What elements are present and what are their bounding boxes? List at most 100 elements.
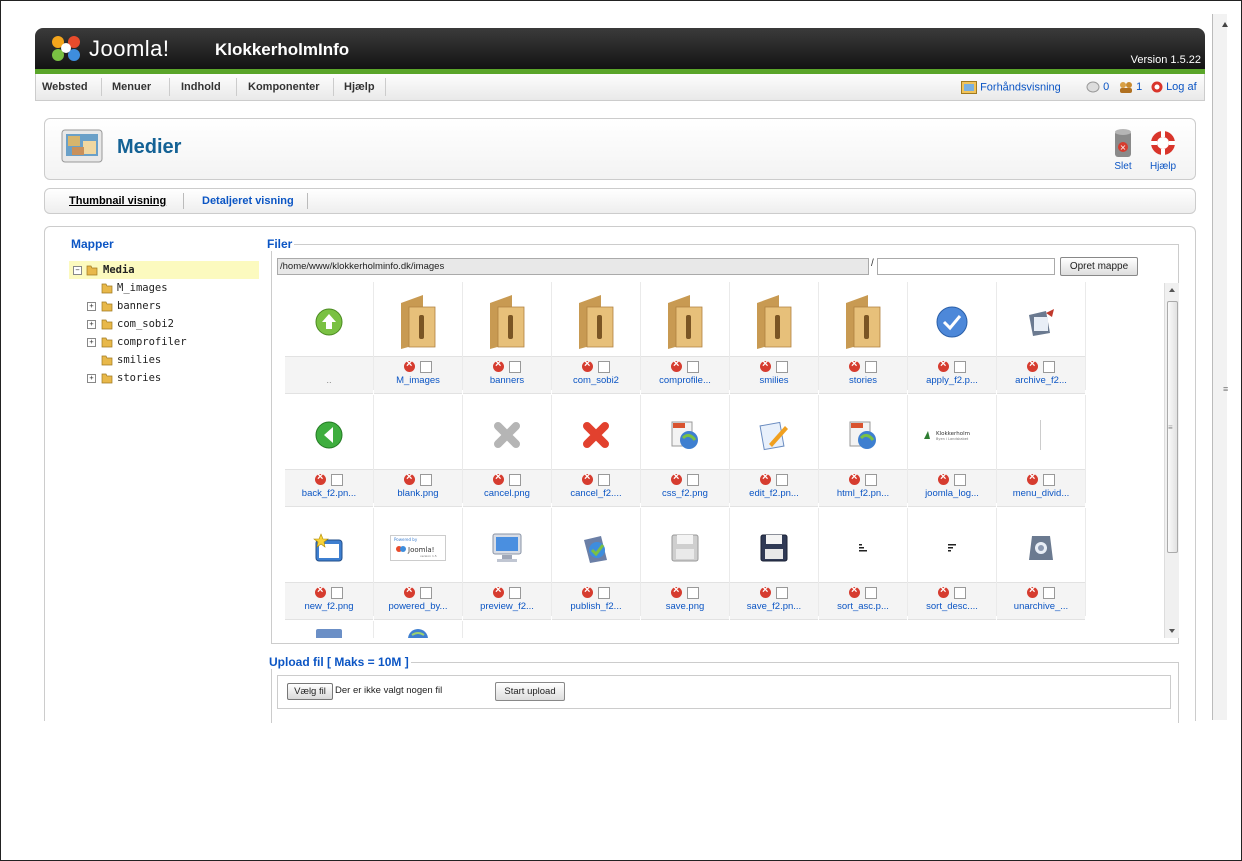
delete-file-icon[interactable] (1027, 584, 1038, 598)
menu-websted[interactable]: Websted (42, 81, 88, 93)
file-checkbox[interactable] (598, 587, 610, 599)
choose-file-button[interactable]: Vælg fil (287, 683, 333, 700)
path-field[interactable]: /home/www/klokkerholminfo.dk/images (277, 258, 869, 275)
file-checkbox[interactable] (420, 587, 432, 599)
file-thumbnail[interactable]: sort_asc.p... (819, 508, 908, 620)
file-name[interactable]: blank.png (374, 488, 462, 499)
file-checkbox[interactable] (687, 361, 699, 373)
file-thumbnail[interactable]: .. (285, 282, 374, 394)
file-checkbox[interactable] (509, 361, 521, 373)
folder-icon[interactable] (819, 290, 907, 354)
file-name[interactable]: smilies (730, 375, 818, 386)
folder-icon[interactable] (374, 290, 462, 354)
menu-divider-icon[interactable] (997, 403, 1085, 467)
file-checkbox[interactable] (420, 361, 432, 373)
file-checkbox[interactable] (1043, 474, 1055, 486)
file-thumbnail[interactable]: KlokkerholmByen i Landskabet joomla_log..… (908, 395, 997, 507)
tree-node-smilies[interactable]: smilies (69, 351, 259, 369)
tree-node-stories[interactable]: + stories (69, 369, 259, 387)
tree-node-media[interactable]: − Media (69, 261, 259, 279)
help-button[interactable]: Hjælp (1143, 127, 1183, 172)
file-thumbnail[interactable]: stories (819, 282, 908, 394)
file-name[interactable]: com_sobi2 (552, 375, 640, 386)
file-name[interactable]: .. (285, 375, 373, 386)
expand-icon[interactable]: + (87, 320, 96, 329)
expand-icon[interactable]: + (87, 302, 96, 311)
unarchive-icon[interactable] (997, 516, 1085, 580)
file-name[interactable]: powered_by... (374, 601, 462, 612)
file-thumbnail[interactable]: banners (463, 282, 552, 394)
file-name[interactable]: back_f2.pn... (285, 488, 373, 499)
file-name[interactable]: apply_f2.p... (908, 375, 996, 386)
file-checkbox[interactable] (509, 474, 521, 486)
file-name[interactable]: archive_f2... (997, 375, 1085, 386)
folder-icon[interactable] (552, 290, 640, 354)
menu-indhold[interactable]: Indhold (181, 81, 221, 93)
file-thumbnail[interactable]: publish_f2... (552, 508, 641, 620)
scroll-up-icon[interactable] (1169, 288, 1175, 292)
tree-node-m-images[interactable]: M_images (69, 279, 259, 297)
delete-file-icon[interactable] (1027, 358, 1038, 372)
delete-file-icon[interactable] (938, 471, 949, 485)
up-arrow-icon[interactable] (285, 290, 373, 354)
delete-file-icon[interactable] (938, 584, 949, 598)
delete-file-icon[interactable] (404, 471, 415, 485)
file-name[interactable]: comprofile... (641, 375, 729, 386)
delete-file-icon[interactable] (760, 584, 771, 598)
file-name[interactable]: new_f2.png (285, 601, 373, 612)
file-thumbnail[interactable]: new_f2.png (285, 508, 374, 620)
file-checkbox[interactable] (598, 474, 610, 486)
delete-file-icon[interactable] (404, 584, 415, 598)
file-name[interactable]: save.png (641, 601, 729, 612)
file-thumbnail[interactable]: smilies (730, 282, 819, 394)
powered-by-icon[interactable]: Powered by Joomla! version 1.5 (374, 516, 462, 580)
file-thumbnail[interactable]: cancel_f2.... (552, 395, 641, 507)
file-checkbox[interactable] (687, 587, 699, 599)
file-thumbnail[interactable]: preview_f2... (463, 508, 552, 620)
file-name[interactable]: html_f2.pn... (819, 488, 907, 499)
file-thumbnail[interactable]: com_sobi2 (552, 282, 641, 394)
menu-menuer[interactable]: Menuer (112, 81, 151, 93)
file-checkbox[interactable] (687, 474, 699, 486)
delete-file-icon[interactable] (849, 471, 860, 485)
menu-komponenter[interactable]: Komponenter (248, 81, 320, 93)
delete-file-icon[interactable] (671, 584, 682, 598)
browser-scrollbar[interactable]: ≡ (1212, 14, 1228, 720)
tree-node-com-sobi2[interactable]: + com_sobi2 (69, 315, 259, 333)
file-checkbox[interactable] (420, 474, 432, 486)
file-name[interactable]: css_f2.png (641, 488, 729, 499)
file-thumbnail[interactable]: sort_desc.... (908, 508, 997, 620)
archive-icon[interactable] (997, 290, 1085, 354)
delete-file-icon[interactable] (1027, 471, 1038, 485)
publish-icon[interactable] (552, 516, 640, 580)
create-folder-button[interactable]: Opret mappe (1060, 257, 1138, 276)
file-checkbox[interactable] (865, 587, 877, 599)
file-thumbnail[interactable]: archive_f2... (997, 282, 1086, 394)
delete-file-icon[interactable] (938, 358, 949, 372)
logout-link[interactable]: Log af (1151, 81, 1197, 93)
delete-file-icon[interactable] (582, 358, 593, 372)
file-name[interactable]: preview_f2... (463, 601, 551, 612)
file-thumbnail[interactable]: Powered by Joomla!version 1.5 powered_by..… (374, 508, 463, 620)
file-name[interactable]: joomla_log... (908, 488, 996, 499)
delete-button[interactable]: × Slet (1103, 127, 1143, 172)
file-name[interactable]: menu_divid... (997, 488, 1085, 499)
expand-icon[interactable]: + (87, 374, 96, 383)
preview-icon[interactable] (463, 516, 551, 580)
partial-icon[interactable] (285, 625, 373, 638)
start-upload-button[interactable]: Start upload (495, 682, 565, 701)
file-name[interactable]: sort_asc.p... (819, 601, 907, 612)
file-checkbox[interactable] (865, 361, 877, 373)
file-thumbnail[interactable]: save_f2.pn... (730, 508, 819, 620)
file-name[interactable]: publish_f2... (552, 601, 640, 612)
apply-icon[interactable] (908, 290, 996, 354)
file-checkbox[interactable] (331, 587, 343, 599)
users-indicator[interactable]: 1 (1119, 81, 1142, 94)
back-icon[interactable] (285, 403, 373, 467)
file-name[interactable]: cancel_f2.... (552, 488, 640, 499)
new-icon[interactable] (285, 516, 373, 580)
file-name[interactable]: unarchive_... (997, 601, 1085, 612)
sort-desc-icon[interactable] (908, 516, 996, 580)
delete-file-icon[interactable] (671, 358, 682, 372)
delete-file-icon[interactable] (849, 358, 860, 372)
